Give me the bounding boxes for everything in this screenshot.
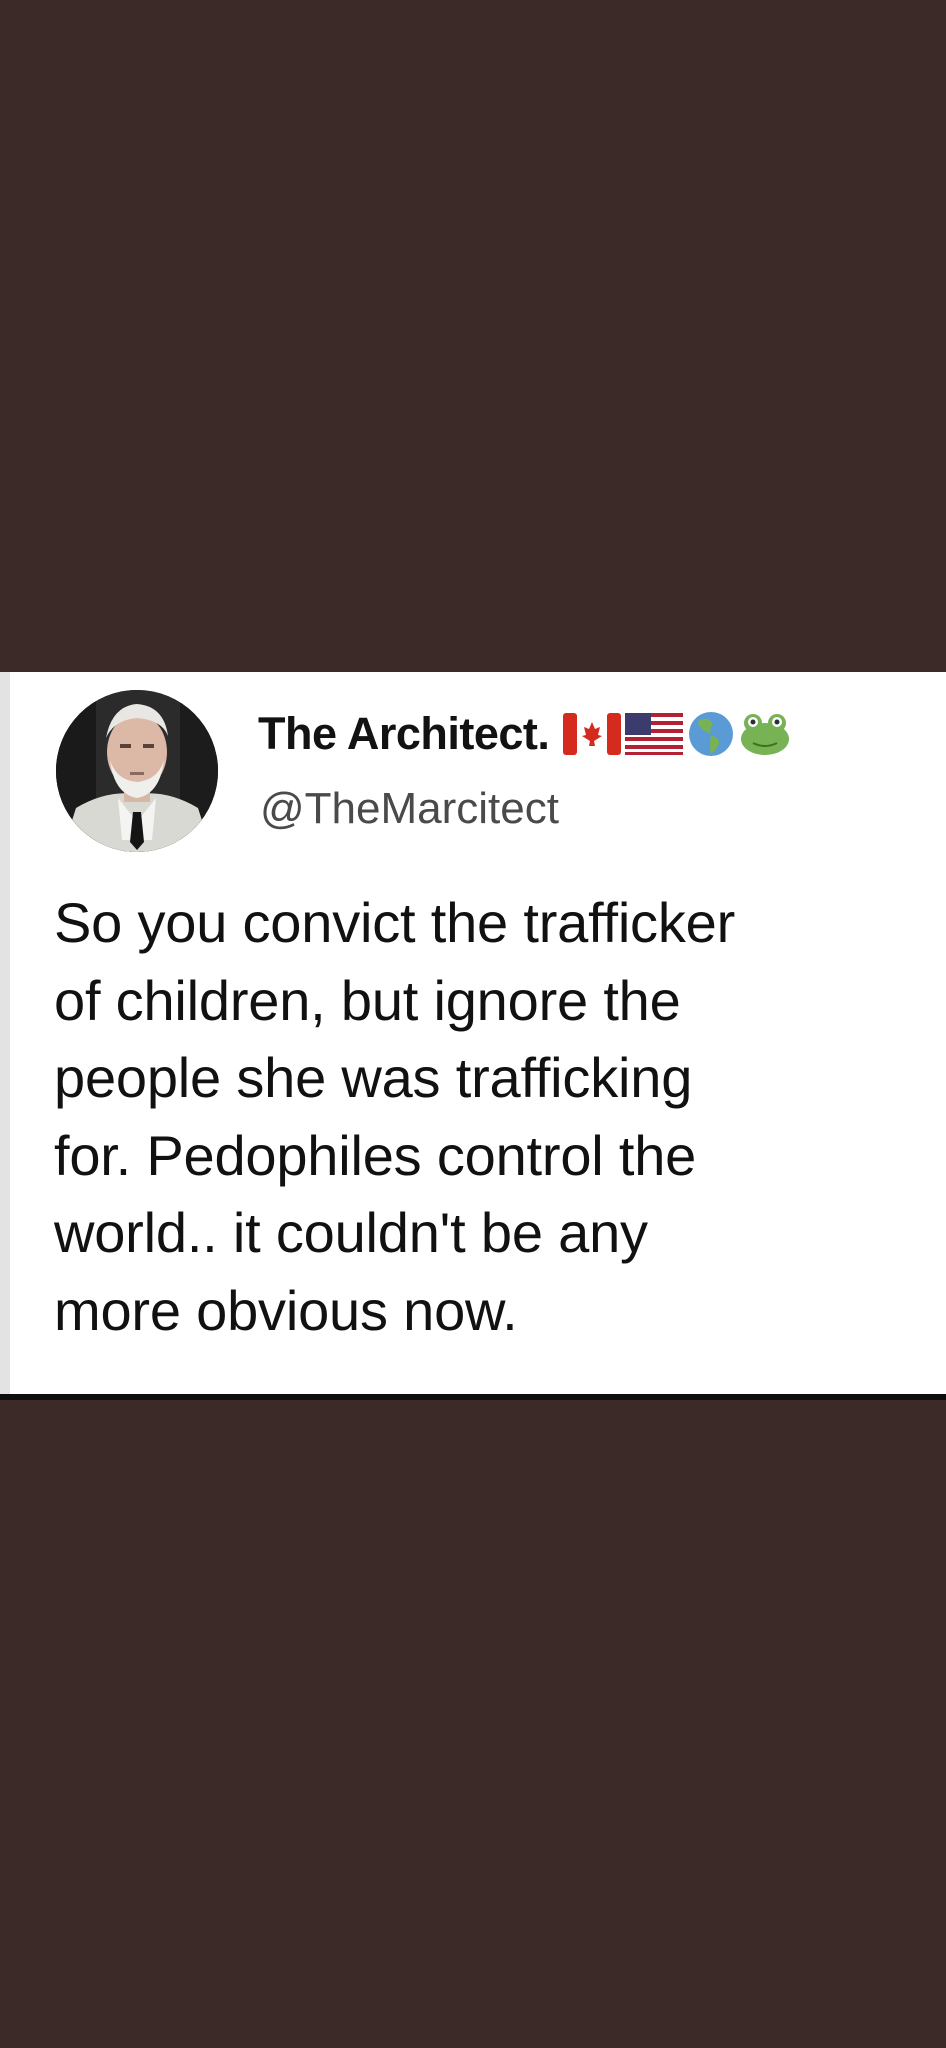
card-edge xyxy=(0,672,10,1396)
display-name[interactable]: The Architect. xyxy=(258,708,550,760)
tweet-card: The Architect. @TheMarcitect So you conv… xyxy=(0,672,946,1396)
usa-flag-icon xyxy=(625,713,684,755)
divider xyxy=(0,1394,946,1400)
display-name-row: The Architect. xyxy=(258,708,791,760)
globe-americas-icon xyxy=(689,712,734,756)
tweet-text: So you convict the trafficker of childre… xyxy=(54,891,736,1342)
frog-face-icon xyxy=(741,714,790,755)
avatar[interactable] xyxy=(56,690,218,852)
avatar-portrait-icon xyxy=(56,690,218,852)
name-emojis xyxy=(563,710,791,758)
canada-flag-icon xyxy=(563,713,622,755)
user-handle[interactable]: @TheMarcitect xyxy=(260,784,559,834)
